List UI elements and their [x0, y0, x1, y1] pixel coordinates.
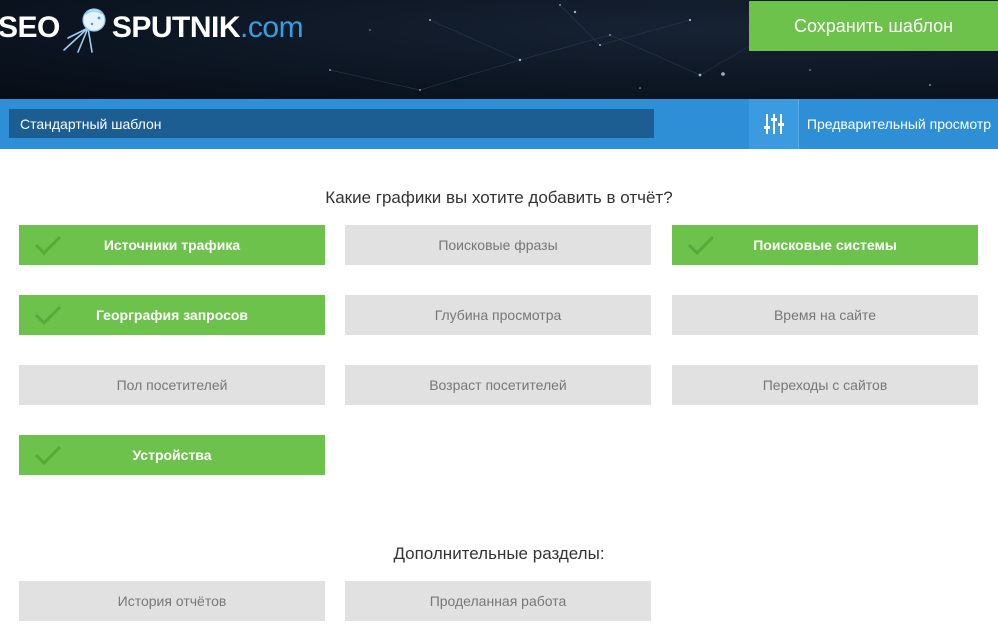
option-label: Время на сайте: [773, 307, 877, 323]
option-label: История отчётов: [117, 593, 227, 609]
settings-button[interactable]: [749, 99, 799, 149]
brand-seo: SEO: [0, 11, 60, 44]
brand-logo[interactable]: SEO SPUTNIK .com: [0, 4, 304, 53]
chart-option-10[interactable]: Устройства: [19, 435, 325, 475]
chart-option-6[interactable]: Время на сайте: [672, 295, 978, 335]
extra-option-2[interactable]: Проделанная работа: [345, 581, 651, 621]
template-name-input[interactable]: [9, 109, 654, 138]
sputnik-icon: [63, 8, 106, 53]
chart-option-1[interactable]: Источники трафика: [19, 225, 325, 265]
option-label: Устройства: [132, 447, 212, 463]
checkmark-icon: [34, 305, 62, 325]
option-label: Поисковые системы: [753, 237, 897, 253]
sliders-icon: [763, 114, 784, 134]
chart-option-4[interactable]: Георграфия запросов: [19, 295, 325, 335]
option-label: Проделанная работа: [429, 593, 567, 609]
checkmark-icon: [34, 235, 62, 255]
save-template-button[interactable]: Сохранить шаблон: [749, 1, 998, 51]
preview-button[interactable]: Предварительный просмотр: [800, 99, 998, 149]
option-label: Глубина просмотра: [434, 307, 562, 323]
extra-option-1[interactable]: История отчётов: [19, 581, 325, 621]
option-label: Поисковые фразы: [438, 237, 558, 253]
charts-section-title: Какие графики вы хотите добавить в отчёт…: [325, 188, 673, 207]
extra-section-title: Дополнительные разделы:: [393, 544, 605, 563]
chart-option-7[interactable]: Пол посетителей: [19, 365, 325, 405]
chart-option-5[interactable]: Глубина просмотра: [345, 295, 651, 335]
option-label: Источники трафика: [103, 237, 241, 253]
brand-sputnik: SPUTNIK: [111, 11, 241, 44]
checkmark-icon: [34, 445, 62, 465]
chart-option-8[interactable]: Возраст посетителей: [345, 365, 651, 405]
brand-com: .com: [240, 11, 304, 44]
header-banner: SEO SPUTNIK .com Сохранить шаблон: [0, 0, 998, 99]
chart-option-9[interactable]: Переходы с сайтов: [672, 365, 978, 405]
checkmark-icon: [687, 235, 715, 255]
option-label: Пол посетителей: [116, 377, 228, 393]
toolbar: Предварительный просмотр: [0, 99, 998, 149]
option-label: Переходы с сайтов: [762, 377, 888, 393]
chart-option-2[interactable]: Поисковые фразы: [345, 225, 651, 265]
chart-option-3[interactable]: Поисковые системы: [672, 225, 978, 265]
option-label: Георграфия запросов: [95, 307, 249, 323]
option-label: Возраст посетителей: [429, 377, 567, 393]
